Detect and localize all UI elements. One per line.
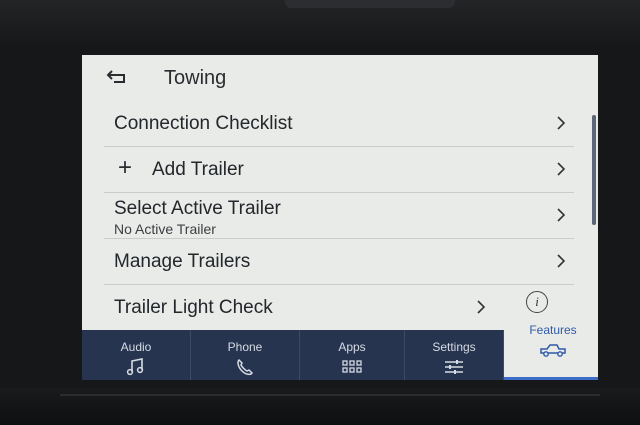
header: Towing bbox=[82, 55, 598, 101]
tab-features[interactable]: Features bbox=[504, 315, 598, 380]
grid-icon bbox=[342, 360, 362, 373]
tab-settings[interactable]: Settings bbox=[405, 330, 504, 380]
menu-item-manage-trailers[interactable]: Manage Trailers bbox=[104, 239, 574, 285]
chevron-right-icon bbox=[557, 208, 566, 222]
info-icon[interactable]: i bbox=[526, 291, 548, 313]
scrollbar-thumb[interactable] bbox=[592, 115, 596, 225]
tab-phone[interactable]: Phone bbox=[191, 330, 300, 380]
bezel-top bbox=[0, 0, 640, 52]
menu-item-select-active-trailer[interactable]: Select Active Trailer No Active Trailer bbox=[104, 193, 574, 239]
tab-audio[interactable]: Audio bbox=[82, 330, 191, 380]
tab-label: Features bbox=[529, 323, 577, 337]
menu-item-label: Select Active Trailer bbox=[114, 198, 281, 219]
bezel-lip bbox=[60, 394, 600, 396]
bottom-nav: Audio Phone Apps Settings Features bbox=[82, 315, 598, 380]
menu-item-label: Connection Checklist bbox=[114, 113, 293, 134]
menu-item-add-trailer[interactable]: + Add Trailer bbox=[104, 147, 574, 193]
tab-apps[interactable]: Apps bbox=[300, 330, 405, 380]
music-note-icon bbox=[126, 358, 144, 376]
chevron-right-icon bbox=[557, 254, 566, 268]
menu-item-label: Trailer Light Check bbox=[114, 297, 273, 318]
bezel-bottom bbox=[0, 388, 640, 425]
truck-icon bbox=[540, 344, 566, 357]
phone-icon bbox=[237, 358, 253, 376]
active-tab-indicator bbox=[504, 377, 598, 380]
towing-menu: Connection Checklist + Add Trailer Selec… bbox=[104, 101, 574, 331]
tab-label: Phone bbox=[227, 340, 263, 354]
menu-item-sublabel: No Active Trailer bbox=[114, 221, 216, 237]
plus-icon: + bbox=[118, 154, 133, 181]
menu-item-label: Add Trailer bbox=[152, 159, 244, 180]
tab-label: Apps bbox=[338, 340, 366, 354]
tab-label: Settings bbox=[432, 340, 476, 354]
tab-label: Audio bbox=[120, 340, 152, 354]
chevron-right-icon bbox=[557, 116, 566, 130]
back-arrow-icon[interactable] bbox=[104, 67, 128, 87]
menu-item-connection-checklist[interactable]: Connection Checklist bbox=[104, 101, 574, 147]
infotainment-screen: Towing Connection Checklist + Add Traile… bbox=[82, 55, 598, 380]
chevron-right-icon bbox=[557, 162, 566, 176]
page-title: Towing bbox=[164, 67, 227, 89]
bezel-ridge bbox=[285, 0, 455, 8]
menu-item-label: Manage Trailers bbox=[114, 251, 251, 272]
chevron-right-icon bbox=[477, 300, 486, 314]
sliders-icon bbox=[445, 360, 463, 374]
